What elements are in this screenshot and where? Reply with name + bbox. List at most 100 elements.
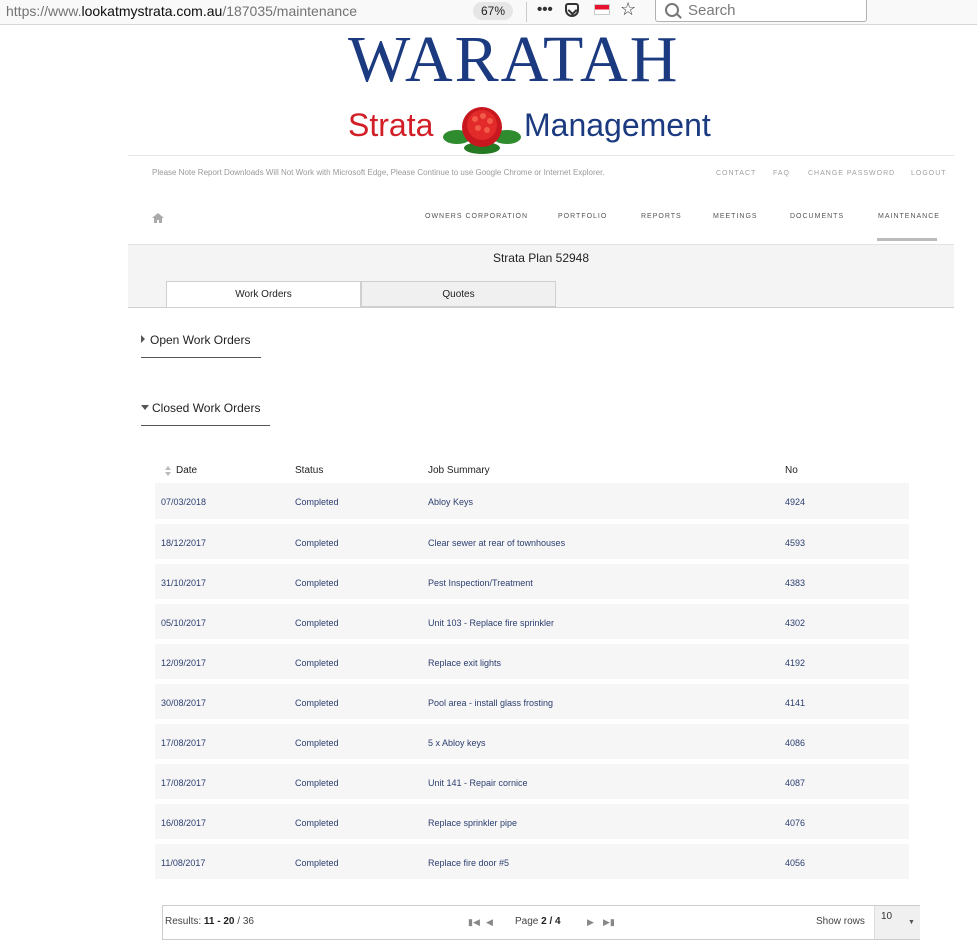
bookmark-star-icon[interactable]: ☆	[620, 0, 636, 20]
column-header-job-summary[interactable]: Job Summary	[428, 465, 490, 476]
table-row[interactable]: 05/10/2017 Completed Unit 103 - Replace fi…	[155, 604, 909, 639]
browser-notice: Please Note Report Downloads Will Not Wo…	[152, 168, 605, 177]
cell-job-summary: Clear sewer at rear of townhouses	[428, 538, 566, 548]
tab-quotes[interactable]: Quotes	[361, 281, 556, 307]
search-icon	[665, 3, 679, 17]
table-row[interactable]: 17/08/2017 Completed Unit 141 - Repair cor…	[155, 764, 909, 799]
previous-page-icon[interactable]: ◀	[486, 917, 493, 928]
sort-icon[interactable]	[165, 466, 171, 476]
rows-per-page-select[interactable]: 10 ▼	[874, 906, 920, 939]
nav-owners-corporation[interactable]: OWNERS CORPORATION	[425, 213, 528, 220]
column-header-status[interactable]: Status	[295, 465, 323, 476]
table-row[interactable]: 16/08/2017 Completed Replace sprinkler pip…	[155, 804, 909, 839]
column-header-no[interactable]: No	[785, 465, 798, 476]
faq-link[interactable]: FAQ	[773, 170, 790, 177]
pocket-icon[interactable]	[565, 3, 579, 17]
open-work-orders-label: Open Work Orders	[150, 333, 251, 347]
cell-job-summary: 5 x Abloy keys	[428, 738, 486, 748]
cell-status: Completed	[295, 497, 339, 507]
cell-job-summary: Unit 141 - Repair cornice	[428, 778, 528, 788]
page-current: 2 / 4	[541, 916, 561, 927]
browser-search-box[interactable]: Search	[655, 0, 867, 22]
nav-active-indicator	[877, 238, 937, 241]
closed-work-orders-toggle[interactable]: Closed Work Orders	[141, 401, 260, 415]
cell-status: Completed	[295, 538, 339, 548]
table-row[interactable]: 18/12/2017 Completed Clear sewer at rear o…	[155, 524, 909, 559]
nav-maintenance[interactable]: MAINTENANCE	[878, 213, 940, 220]
cell-no: 4924	[785, 497, 806, 507]
cell-status: Completed	[295, 698, 339, 708]
cell-date: 16/08/2017	[161, 818, 207, 828]
cell-date: 05/10/2017	[161, 618, 207, 628]
cell-date: 30/08/2017	[161, 698, 207, 708]
logo-right-word: Management	[524, 107, 711, 143]
cell-job-summary: Replace sprinkler pipe	[428, 818, 518, 828]
cell-date: 17/08/2017	[161, 778, 207, 788]
url-prefix: https://www.	[6, 3, 82, 19]
table-row[interactable]: 07/03/2018 Completed Abloy Keys 4924	[155, 483, 909, 519]
table-row[interactable]: 31/10/2017 Completed Pest Inspection/Treat…	[155, 564, 909, 599]
cell-status: Completed	[295, 818, 339, 828]
page-indicator: Page 2 / 4	[515, 916, 561, 927]
cell-no: 4076	[785, 818, 806, 828]
cell-status: Completed	[295, 858, 339, 868]
table-row[interactable]: 12/09/2017 Completed Replace exit lights 41…	[155, 644, 909, 679]
caret-down-icon	[141, 405, 149, 410]
flag-icon[interactable]	[594, 4, 610, 15]
cell-date: 12/09/2017	[161, 658, 207, 668]
tab-work-orders[interactable]: Work Orders	[166, 281, 361, 307]
cell-date: 18/12/2017	[161, 538, 207, 548]
notice-bar: Please Note Report Downloads Will Not Wo…	[128, 155, 954, 192]
cell-no: 4141	[785, 698, 806, 708]
cell-no: 4593	[785, 538, 806, 548]
cell-no: 4383	[785, 578, 806, 588]
nav-documents[interactable]: DOCUMENTS	[790, 213, 844, 220]
last-page-icon[interactable]: ▶▮	[603, 917, 615, 928]
nav-meetings[interactable]: MEETINGS	[713, 213, 758, 220]
show-rows-label: Show rows	[816, 916, 865, 927]
table-row[interactable]: 11/08/2017 Completed Replace fire door #5 4…	[155, 844, 909, 879]
closed-work-orders-label: Closed Work Orders	[152, 401, 261, 415]
page-actions-menu-icon[interactable]: •••	[537, 1, 553, 18]
first-page-icon[interactable]: ▮◀	[468, 917, 480, 928]
browser-toolbar: https://www.lookatmystrata.com.au/187035…	[0, 0, 977, 25]
table-pager: Results: 11 - 20 / 36 ▮◀ ◀ Page 2 / 4 ▶ …	[162, 905, 920, 940]
results-summary: Results: 11 - 20 / 36	[165, 916, 254, 927]
url-domain: lookatmystrata.com.au	[81, 3, 223, 19]
chevron-down-icon: ▼	[908, 919, 915, 926]
home-icon[interactable]	[152, 213, 164, 223]
next-page-icon[interactable]: ▶	[587, 917, 594, 928]
cell-status: Completed	[295, 618, 339, 628]
rows-per-page-value: 10	[881, 911, 893, 922]
main-nav: OWNERS CORPORATION PORTFOLIO REPORTS MEE…	[128, 191, 954, 245]
table-row[interactable]: 30/08/2017 Completed Pool area - install g…	[155, 684, 909, 719]
contact-link[interactable]: CONTACT	[716, 170, 756, 177]
cell-date: 17/08/2017	[161, 738, 207, 748]
cell-no: 4056	[785, 858, 806, 868]
cell-date: 11/08/2017	[161, 858, 206, 868]
table-row[interactable]: 17/08/2017 Completed 5 x Abloy keys 4086	[155, 724, 909, 759]
zoom-level-button[interactable]: 67%	[473, 2, 513, 20]
page-label: Page	[515, 916, 539, 927]
cell-status: Completed	[295, 738, 339, 748]
url-path: /187035/maintenance	[222, 3, 357, 19]
cell-job-summary: Pool area - install glass frosting	[428, 698, 554, 708]
open-work-orders-toggle[interactable]: Open Work Orders	[141, 333, 250, 347]
logo-title: WARATAH	[348, 23, 680, 96]
cell-job-summary: Abloy Keys	[428, 497, 474, 507]
cell-date: 31/10/2017	[161, 578, 207, 588]
page-title: Strata Plan 52948	[492, 251, 590, 265]
section-divider	[141, 425, 270, 426]
cell-job-summary: Unit 103 - Replace fire sprinkler	[428, 618, 555, 628]
nav-portfolio[interactable]: PORTFOLIO	[558, 213, 607, 220]
logout-link[interactable]: LOGOUT	[911, 170, 947, 177]
search-placeholder: Search	[688, 2, 736, 19]
toolbar-separator	[526, 2, 527, 22]
site-logo[interactable]: WARATAH Strata Management	[128, 25, 954, 155]
cell-date: 07/03/2018	[161, 497, 207, 507]
results-label: Results:	[165, 916, 202, 927]
address-bar[interactable]: https://www.lookatmystrata.com.au/187035…	[6, 3, 357, 19]
column-header-date[interactable]: Date	[176, 465, 197, 476]
nav-reports[interactable]: REPORTS	[641, 213, 682, 220]
change-password-link[interactable]: CHANGE PASSWORD	[808, 170, 895, 177]
